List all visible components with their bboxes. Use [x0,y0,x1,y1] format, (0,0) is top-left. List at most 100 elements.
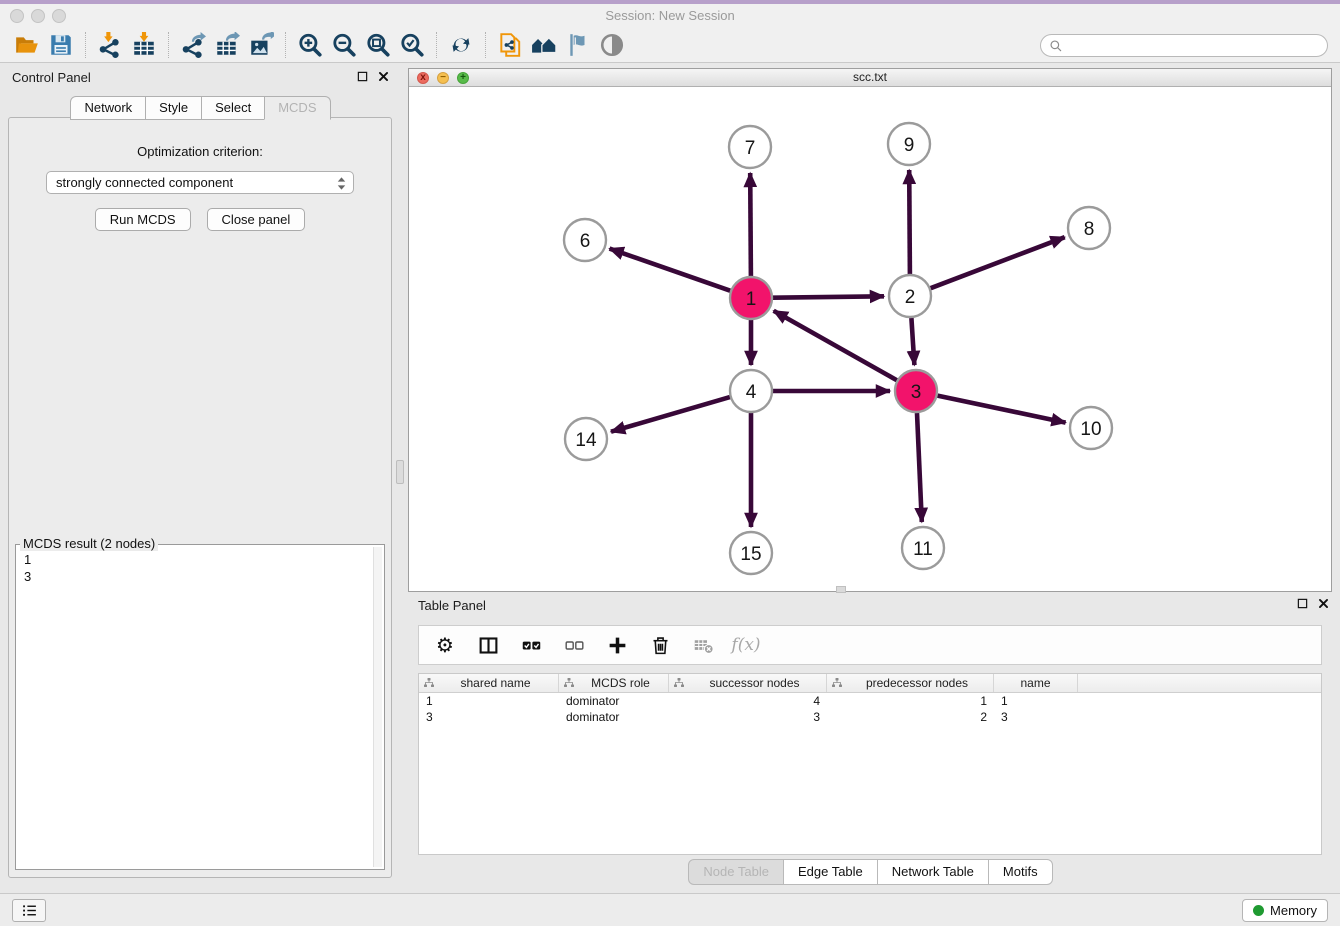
memory-button[interactable]: Memory [1242,899,1328,922]
network-canvas[interactable]: 7 9 6 8 1 2 4 3 14 10 15 11 [409,87,1331,591]
toggle-panes-icon[interactable] [476,633,500,657]
cell-shared-name[interactable]: 3 [419,709,559,725]
edge-2-8[interactable] [931,237,1065,288]
node-15[interactable]: 15 [730,532,772,574]
mcds-result-line: 1 [24,551,364,568]
toolbar-separator [285,32,286,58]
table-row[interactable]: 3dominator323 [419,709,1321,725]
first-neighbors-icon[interactable] [527,31,561,59]
delete-column-icon[interactable] [648,633,672,657]
svg-text:7: 7 [745,138,756,159]
svg-text:2: 2 [905,287,916,308]
cell-successor-nodes[interactable]: 3 [669,709,827,725]
zoom-out-icon[interactable] [327,31,361,59]
column-header-name[interactable]: name [994,674,1078,692]
show-graphics-details-icon[interactable] [595,31,629,59]
network-minimize-icon[interactable]: − [437,72,449,84]
annotation-flag-icon[interactable] [561,31,595,59]
toolbar-separator [436,32,437,58]
edge-2-9[interactable] [909,170,910,274]
column-header-MCDS-role[interactable]: MCDS role [559,674,669,692]
save-session-icon[interactable] [44,31,78,59]
edge-3-11[interactable] [917,413,922,522]
network-window-titlebar[interactable]: x − + scc.txt [409,69,1331,87]
import-network-icon[interactable] [93,31,127,59]
tab-style[interactable]: Style [145,96,202,120]
tab-network-table[interactable]: Network Table [877,859,989,885]
cell-MCDS-role[interactable]: dominator [559,709,669,725]
node-7[interactable]: 7 [729,126,771,168]
export-image-icon[interactable] [244,31,278,59]
select-all-rows-icon[interactable] [519,633,543,657]
node-6[interactable]: 6 [564,219,606,261]
open-session-icon[interactable] [10,31,44,59]
cell-shared-name[interactable]: 1 [419,693,559,709]
node-8[interactable]: 8 [1068,207,1110,249]
edge-1-7[interactable] [750,173,751,276]
task-history-button[interactable] [12,899,46,922]
edge-4-14[interactable] [611,397,730,432]
result-scrollbar[interactable] [373,547,382,867]
node-11[interactable]: 11 [902,527,944,569]
window-title: Session: New Session [0,8,1340,23]
node-3[interactable]: 3 [895,370,937,412]
vertical-splitter[interactable] [392,68,408,878]
node-1[interactable]: 1 [730,277,772,319]
network-maximize-icon[interactable]: + [457,72,469,84]
zoom-selected-icon[interactable] [395,31,429,59]
close-panel-button[interactable]: Close panel [207,208,306,231]
tab-select[interactable]: Select [201,96,265,120]
svg-text:6: 6 [580,231,591,252]
apply-layout-icon[interactable] [444,31,478,59]
optimization-criterion-select[interactable]: strongly connected component [46,171,354,194]
network-close-icon[interactable]: x [417,72,429,84]
node-2[interactable]: 2 [889,275,931,317]
mcds-result-text[interactable]: 13 [18,549,370,867]
search-box[interactable] [1040,34,1328,57]
zoom-fit-icon[interactable] [361,31,395,59]
node-14[interactable]: 14 [565,418,607,460]
cell-name[interactable]: 3 [994,709,1078,725]
deselect-all-rows-icon[interactable] [562,633,586,657]
tab-mcds[interactable]: MCDS [264,96,330,120]
mcds-result-line: 3 [24,568,364,585]
import-table-icon[interactable] [127,31,161,59]
node-4[interactable]: 4 [730,370,772,412]
column-header-predecessor-nodes[interactable]: predecessor nodes [827,674,994,692]
cell-successor-nodes[interactable]: 4 [669,693,827,709]
run-mcds-button[interactable]: Run MCDS [95,208,191,231]
cell-predecessor-nodes[interactable]: 2 [827,709,994,725]
node-10[interactable]: 10 [1070,407,1112,449]
control-panel-tabs: NetworkStyleSelectMCDS [8,96,392,120]
float-table-panel-icon[interactable] [1296,597,1309,610]
cell-predecessor-nodes[interactable]: 1 [827,693,994,709]
close-panel-icon[interactable] [377,70,390,83]
search-input[interactable] [1068,38,1319,53]
edge-1-2[interactable] [773,296,884,297]
table-settings-icon[interactable]: ⚙ [433,633,457,657]
clone-network-icon[interactable] [493,31,527,59]
close-table-panel-icon[interactable] [1317,597,1330,610]
cell-name[interactable]: 1 [994,693,1078,709]
export-network-icon[interactable] [176,31,210,59]
table-row[interactable]: 1dominator411 [419,693,1321,709]
node-9[interactable]: 9 [888,123,930,165]
edge-1-6[interactable] [610,249,731,291]
tab-node-table[interactable]: Node Table [688,859,784,885]
tab-edge-table[interactable]: Edge Table [783,859,878,885]
column-header-shared-name[interactable]: shared name [419,674,559,692]
add-column-icon[interactable] [605,633,629,657]
column-header-successor-nodes[interactable]: successor nodes [669,674,827,692]
cell-MCDS-role[interactable]: dominator [559,693,669,709]
network-view-window: x − + scc.txt 7 9 6 8 1 2 4 3 14 10 15 11 [408,68,1332,592]
edge-3-1[interactable] [774,311,897,380]
splitter-handle[interactable] [396,460,404,484]
horizontal-splitter-handle[interactable] [836,586,846,593]
zoom-in-icon[interactable] [293,31,327,59]
edge-3-10[interactable] [938,396,1066,423]
tab-motifs[interactable]: Motifs [988,859,1053,885]
tab-network[interactable]: Network [70,96,146,120]
export-table-icon[interactable] [210,31,244,59]
edge-2-3[interactable] [911,318,914,365]
float-panel-icon[interactable] [356,70,369,83]
